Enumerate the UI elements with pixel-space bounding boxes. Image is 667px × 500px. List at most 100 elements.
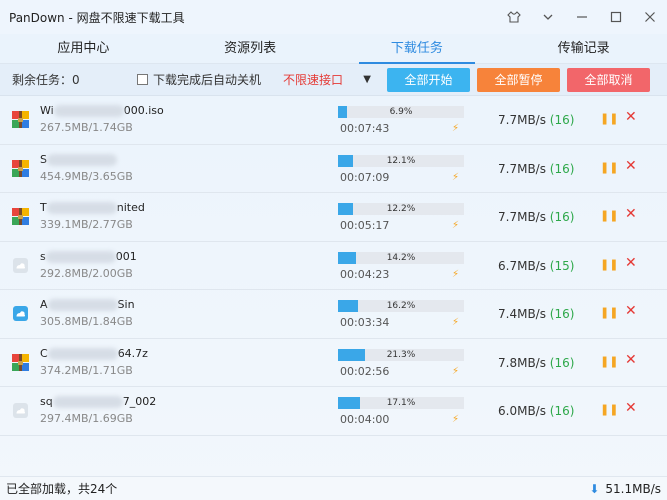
pause-icon[interactable]: ❚❚	[600, 112, 618, 125]
task-connections: (16)	[549, 307, 575, 321]
task-speed: 7.4MB/s (16)	[498, 307, 575, 321]
task-speed: 6.7MB/s (15)	[498, 258, 575, 273]
auto-shutdown-label: 下载完成后自动关机	[153, 73, 262, 87]
download-task-list: Wi 000.iso 267.5MB/1.74GB 6.9% 00:07:43 ⚡…	[0, 96, 667, 436]
task-row[interactable]: sq 7_002 297.4MB/1.69GB 17.1% 00:04:00 ⚡ …	[0, 387, 667, 436]
task-size: 267.5MB/1.74GB	[40, 121, 133, 134]
bolt-icon: ⚡	[452, 268, 460, 280]
task-progress-bar: 17.1%	[338, 397, 464, 409]
start-all-button[interactable]: 全部开始	[387, 67, 470, 92]
task-row[interactable]: S 454.9MB/3.65GB 12.1% 00:07:09 ⚡ 7.7MB/…	[0, 145, 667, 193]
task-row[interactable]: C 64.7z 374.2MB/1.71GB 21.3% 00:02:56 ⚡ 7…	[0, 339, 667, 387]
task-filename: Tnited	[40, 201, 145, 214]
app-title: PanDown - 网盘不限速下载工具	[9, 10, 185, 25]
task-progress-percent: 6.9%	[389, 107, 413, 117]
task-connections: (16)	[549, 355, 575, 370]
archive-file-icon	[12, 208, 29, 226]
task-toolbar: 剩余任务：0 下载完成后自动关机 不限速接口 ▼ 全部开始 全部暂停 全部取消	[0, 64, 667, 96]
remove-task-icon[interactable]: ✕	[625, 158, 637, 174]
task-size: 339.1MB/2.77GB	[40, 218, 133, 231]
task-speed: 7.7MB/s (16)	[498, 161, 575, 176]
archive-file-icon	[12, 353, 29, 371]
task-row[interactable]: Tnited 339.1MB/2.77GB 12.2% 00:05:17 ⚡ 7…	[0, 193, 667, 242]
remove-task-icon[interactable]: ✕	[625, 352, 637, 368]
pause-icon[interactable]: ❚❚	[600, 209, 618, 222]
redacted-name	[47, 299, 118, 311]
tab-download-tasks[interactable]: 下载任务	[334, 34, 501, 64]
pause-icon[interactable]: ❚❚	[600, 161, 618, 174]
archive-file-icon	[12, 159, 29, 177]
task-connections: (16)	[549, 113, 575, 127]
task-size: 292.8MB/2.00GB	[40, 266, 133, 280]
task-speed: 6.0MB/s (16)	[498, 404, 575, 418]
task-connections: (15)	[549, 258, 575, 273]
task-speed: 7.7MB/s (16)	[498, 113, 575, 127]
remove-task-icon[interactable]: ✕	[625, 255, 637, 271]
remove-task-icon[interactable]: ✕	[625, 400, 637, 416]
redacted-name	[52, 396, 123, 408]
task-eta: 00:03:34	[340, 316, 390, 329]
remove-task-icon[interactable]: ✕	[625, 109, 637, 125]
pause-icon[interactable]: ❚❚	[600, 355, 618, 368]
bolt-icon: ⚡	[452, 220, 460, 231]
close-window-icon[interactable]	[633, 0, 667, 34]
task-eta: 00:02:56	[340, 364, 390, 378]
task-progress-percent: 14.2%	[386, 252, 416, 263]
task-progress-bar: 14.2%	[338, 251, 464, 264]
dropdown-caret-icon: ▼	[363, 74, 371, 85]
remove-task-icon[interactable]: ✕	[625, 303, 637, 319]
tab-app-center[interactable]: 应用中心	[0, 34, 167, 63]
pause-icon[interactable]: ❚❚	[600, 258, 618, 271]
task-size: 454.9MB/3.65GB	[40, 169, 133, 183]
task-row[interactable]: A Sin 305.8MB/1.84GB 16.2% 00:03:34 ⚡ 7.4…	[0, 290, 667, 339]
minimize-icon[interactable]	[565, 0, 599, 34]
auto-shutdown-checkbox[interactable]	[137, 74, 148, 85]
interface-select[interactable]: 不限速接口 ▼	[269, 71, 379, 88]
task-filename: A Sin	[40, 298, 135, 311]
menu-chevron-icon[interactable]	[531, 0, 565, 34]
redacted-name	[47, 347, 118, 360]
bolt-icon: ⚡	[452, 317, 460, 328]
task-progress-percent: 12.2%	[386, 204, 416, 214]
tab-transfer-records[interactable]: 传输记录	[500, 34, 667, 63]
task-eta: 00:05:17	[340, 219, 390, 232]
pause-all-button[interactable]: 全部暂停	[477, 67, 560, 92]
task-row[interactable]: s 001 292.8MB/2.00GB 14.2% 00:04:23 ⚡ 6.7…	[0, 242, 667, 290]
auto-shutdown-option[interactable]: 下载完成后自动关机	[129, 71, 269, 88]
tab-resource-list[interactable]: 资源列表	[167, 34, 334, 63]
skin-icon[interactable]	[497, 0, 531, 34]
cancel-all-button[interactable]: 全部取消	[567, 67, 650, 92]
task-eta: 00:04:23	[340, 267, 390, 281]
download-arrow-icon: ⬇	[589, 481, 600, 496]
task-progress-bar: 16.2%	[338, 300, 464, 312]
status-bar: 已全部加载，共24个 ⬇ 51.1MB/s	[0, 476, 667, 500]
task-eta: 00:07:43	[340, 122, 390, 135]
total-speed-value: 51.1MB/s	[605, 481, 661, 496]
task-speed: 7.8MB/s (16)	[498, 355, 575, 370]
task-eta: 00:04:00	[340, 413, 390, 426]
remove-task-icon[interactable]: ✕	[625, 206, 637, 222]
task-connections: (16)	[549, 161, 575, 176]
total-speed: ⬇ 51.1MB/s	[589, 482, 661, 496]
task-progress-bar: 12.2%	[338, 203, 464, 215]
task-size: 305.8MB/1.84GB	[40, 315, 133, 328]
maximize-icon[interactable]	[599, 0, 633, 34]
task-connections: (16)	[549, 210, 575, 224]
task-filename: Wi 000.iso	[40, 104, 164, 117]
title-bar: PanDown - 网盘不限速下载工具	[0, 0, 667, 34]
window-controls	[497, 0, 667, 34]
task-speed: 7.7MB/s (16)	[498, 210, 575, 224]
load-status-text: 已全部加载，共24个	[6, 482, 118, 496]
task-size: 374.2MB/1.71GB	[40, 363, 133, 377]
bolt-icon: ⚡	[452, 414, 460, 425]
task-size: 297.4MB/1.69GB	[40, 412, 133, 425]
task-progress-percent: 12.1%	[386, 155, 416, 166]
generic-file-icon	[12, 257, 29, 274]
pause-icon[interactable]: ❚❚	[600, 306, 618, 319]
task-progress-percent: 21.3%	[386, 349, 416, 360]
task-row[interactable]: Wi 000.iso 267.5MB/1.74GB 6.9% 00:07:43 ⚡…	[0, 96, 667, 145]
task-progress-bar: 6.9%	[338, 106, 464, 118]
task-progress-bar: 21.3%	[338, 348, 464, 361]
pause-icon[interactable]: ❚❚	[600, 403, 618, 416]
task-eta: 00:07:09	[340, 170, 390, 184]
